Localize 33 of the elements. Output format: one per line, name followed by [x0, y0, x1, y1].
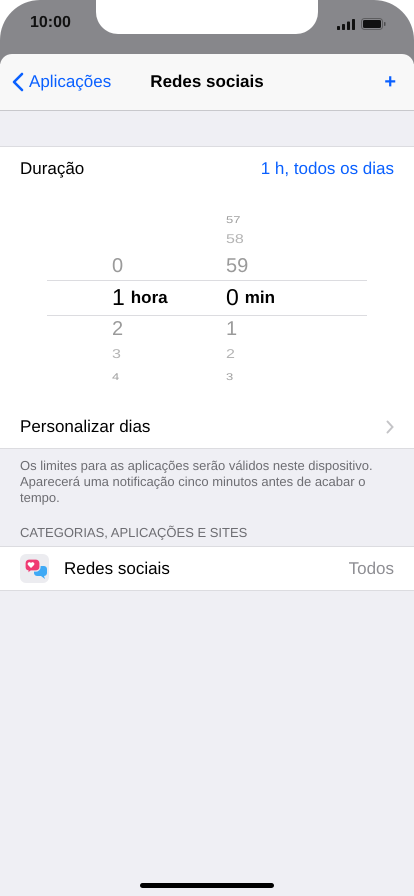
back-button[interactable]: Aplicações [12, 72, 112, 92]
picker-value[interactable]: 2 [112, 315, 124, 343]
picker-value[interactable]: 58 [226, 230, 244, 250]
duration-value: 1 h, todos os dias [260, 158, 394, 178]
chat-bubbles-icon [20, 554, 49, 583]
section-header: CATEGORIAS, APLICAÇÕES E SITES [19, 524, 248, 542]
picker-value[interactable]: 3 [112, 345, 121, 365]
battery-icon [361, 18, 386, 30]
custom-days-label: Personalizar dias [20, 416, 150, 436]
chevron-left-icon [12, 72, 24, 92]
picker-value[interactable]: 1 [226, 315, 238, 343]
duration-label: Duração [20, 158, 84, 178]
picker-unit: min [244, 288, 276, 308]
chevron-right-icon [386, 420, 394, 434]
picker-value[interactable]: 2 [226, 345, 235, 365]
signal-icon [337, 18, 355, 30]
status-time: 10:00 [30, 14, 71, 32]
picker-value[interactable]: 57 [226, 212, 240, 226]
picker-value[interactable]: 59 [226, 252, 248, 280]
duration-row[interactable]: Duração 1 h, todos os dias [0, 146, 414, 191]
picker-value[interactable]: 3 [226, 369, 234, 383]
category-name: Redes sociais [64, 558, 171, 578]
custom-days-row[interactable]: Personalizar dias [0, 405, 414, 449]
nav-title: Redes sociais [150, 72, 264, 92]
category-row[interactable]: Redes sociais Todos [0, 546, 414, 591]
category-value: Todos [348, 558, 394, 578]
picker-selected-value[interactable]: 1 [112, 284, 125, 311]
picker-value[interactable]: 4 [112, 369, 120, 383]
picker-value[interactable]: 0 [112, 252, 124, 280]
add-button[interactable]: + [384, 70, 396, 94]
picker-selected-value[interactable]: 0 [226, 284, 239, 311]
picker-unit: hora [130, 288, 168, 308]
footer-note: Os limites para as aplicações serão válidos neste dispositivo. Aparecerá uma notificação cinco minutos antes de acabar o tempo. [19, 457, 374, 506]
